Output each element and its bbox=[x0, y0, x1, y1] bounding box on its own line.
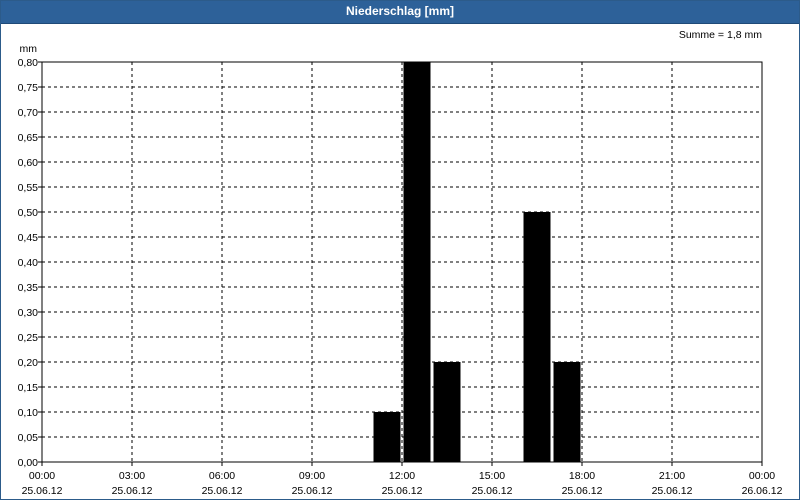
precipitation-bar bbox=[403, 62, 431, 462]
y-tick-labels: 0,00 0,05 0,10 0,15 0,20 0,25 0,30 0,35 0,40 0,45… bbox=[18, 57, 39, 469]
y-tick-label: 0,30 bbox=[18, 307, 39, 319]
y-tick-label: 0,35 bbox=[18, 282, 39, 294]
x-tick-time-label: 00:00 bbox=[749, 470, 775, 482]
y-tick-label: 0,70 bbox=[18, 107, 39, 119]
y-tick-label: 0,25 bbox=[18, 332, 39, 344]
y-tick-label: 0,10 bbox=[18, 407, 39, 419]
x-tick-date-label: 25.06.12 bbox=[202, 485, 243, 497]
precipitation-chart: mm Summe = 1,8 mm 0,000,050,100,150,200,… bbox=[18, 29, 783, 497]
y-tick-label: 0,15 bbox=[18, 382, 39, 394]
precipitation-bar bbox=[433, 362, 461, 462]
x-tick-labels: 00:00 25.06.12 03:00 25.06.12 06:00 25.06.12 0… bbox=[22, 470, 783, 497]
x-tick-date-label: 25.06.12 bbox=[652, 485, 693, 497]
x-tick-date-label: 25.06.12 bbox=[112, 485, 153, 497]
sum-annotation: Summe = 1,8 mm bbox=[679, 29, 762, 41]
x-tick-date-label: 25.06.12 bbox=[292, 485, 333, 497]
y-tick-label: 0,40 bbox=[18, 257, 39, 269]
x-tick-time-label: 06:00 bbox=[209, 470, 235, 482]
precipitation-bar bbox=[523, 212, 551, 462]
precipitation-bar bbox=[373, 412, 401, 462]
y-tick-label: 0,20 bbox=[18, 357, 39, 369]
chart-title: Niederschlag [mm] bbox=[1, 1, 799, 24]
y-tick-label: 0,60 bbox=[18, 157, 39, 169]
precipitation-bar bbox=[553, 362, 581, 462]
y-tick-label: 0,55 bbox=[18, 182, 39, 194]
x-tick-time-label: 03:00 bbox=[119, 470, 145, 482]
y-tick-label: 0,45 bbox=[18, 232, 39, 244]
x-tick-date-label: 25.06.12 bbox=[382, 485, 423, 497]
x-tick-time-label: 12:00 bbox=[389, 470, 415, 482]
y-tick-label: 0,65 bbox=[18, 132, 39, 144]
x-tick-time-label: 09:00 bbox=[299, 470, 325, 482]
y-tick-label: 0,00 bbox=[18, 457, 39, 469]
y-tick-label: 0,05 bbox=[18, 432, 39, 444]
x-tick-time-label: 18:00 bbox=[569, 470, 595, 482]
x-tick-date-label: 26.06.12 bbox=[742, 485, 783, 497]
x-tick-time-label: 15:00 bbox=[479, 470, 505, 482]
y-tick-label: 0,80 bbox=[18, 57, 39, 69]
x-tick-date-label: 25.06.12 bbox=[22, 485, 63, 497]
y-axis-label: mm bbox=[20, 43, 38, 55]
y-tick-label: 0,75 bbox=[18, 82, 39, 94]
grid-lines bbox=[38, 61, 763, 466]
x-tick-date-label: 25.06.12 bbox=[562, 485, 603, 497]
x-tick-date-label: 25.06.12 bbox=[472, 485, 513, 497]
x-tick-time-label: 21:00 bbox=[659, 470, 685, 482]
x-tick-time-label: 00:00 bbox=[29, 470, 55, 482]
y-tick-label: 0,50 bbox=[18, 207, 39, 219]
chart-window: Niederschlag [mm] mm Summe = 1,8 mm 0,00… bbox=[0, 0, 800, 500]
